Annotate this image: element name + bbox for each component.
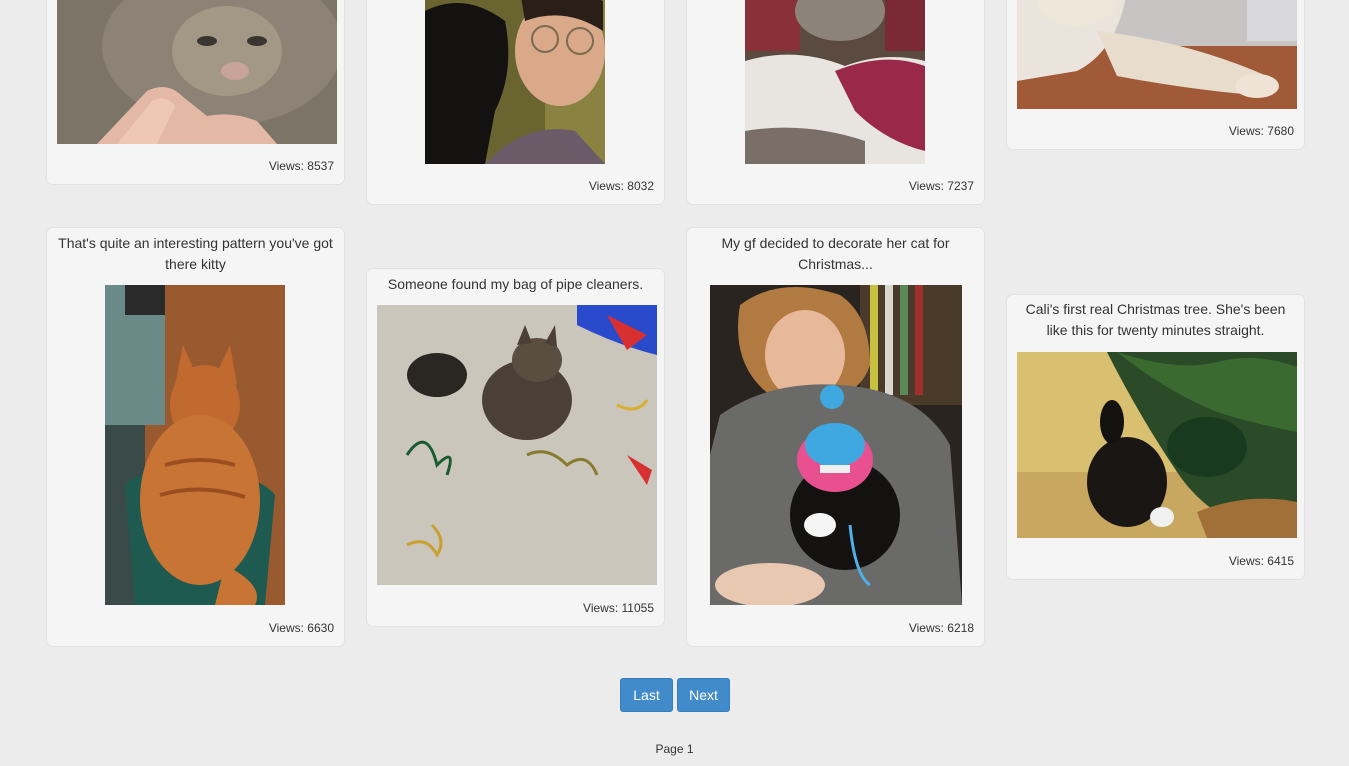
- woman-black-kitten-photo[interactable]: [425, 0, 605, 164]
- view-count: Views: 8537: [268, 159, 334, 173]
- post-title[interactable]: My gf decided to decorate her cat for Ch…: [687, 228, 984, 275]
- post-card[interactable]: Cali's first real Christmas tree. She's …: [1006, 294, 1305, 580]
- tabby-pipe-cleaners-photo[interactable]: [377, 305, 657, 585]
- last-page-button[interactable]: Last: [620, 678, 673, 712]
- post-card[interactable]: My gf decided to decorate her cat for Ch…: [686, 227, 985, 647]
- view-count: Views: 6415: [1228, 554, 1294, 568]
- post-title[interactable]: Someone found my bag of pipe cleaners.: [367, 269, 664, 295]
- post-card[interactable]: Views: 7237: [686, 0, 985, 205]
- post-title[interactable]: Cali's first real Christmas tree. She's …: [1007, 295, 1304, 341]
- woman-cat-knit-hat-photo[interactable]: [710, 285, 962, 605]
- post-card[interactable]: Views: 8537: [46, 0, 345, 185]
- view-count: Views: 6218: [908, 621, 974, 635]
- cat-hand-photo[interactable]: [57, 0, 337, 144]
- page-indicator: Page 1: [655, 742, 694, 756]
- view-count: Views: 8032: [588, 179, 654, 193]
- post-card[interactable]: Someone found my bag of pipe cleaners. V…: [366, 268, 665, 627]
- gallery-page: Views: 8537 Views: 8032 Views: 7237 View…: [0, 0, 1349, 766]
- post-card[interactable]: Views: 7680: [1006, 0, 1305, 150]
- post-card[interactable]: Views: 8032: [366, 0, 665, 205]
- next-page-button[interactable]: Next: [677, 678, 730, 712]
- view-count: Views: 7237: [908, 179, 974, 193]
- cat-christmas-tree-photo[interactable]: [1017, 352, 1297, 538]
- tabby-blanket-photo[interactable]: [745, 0, 925, 164]
- cream-cat-floor-photo[interactable]: [1017, 0, 1297, 109]
- post-card[interactable]: That's quite an interesting pattern you'…: [46, 227, 345, 647]
- post-title[interactable]: That's quite an interesting pattern you'…: [47, 228, 344, 275]
- view-count: Views: 11055: [583, 601, 654, 615]
- view-count: Views: 6630: [268, 621, 334, 635]
- orange-cat-chair-photo[interactable]: [105, 285, 285, 605]
- view-count: Views: 7680: [1228, 124, 1294, 138]
